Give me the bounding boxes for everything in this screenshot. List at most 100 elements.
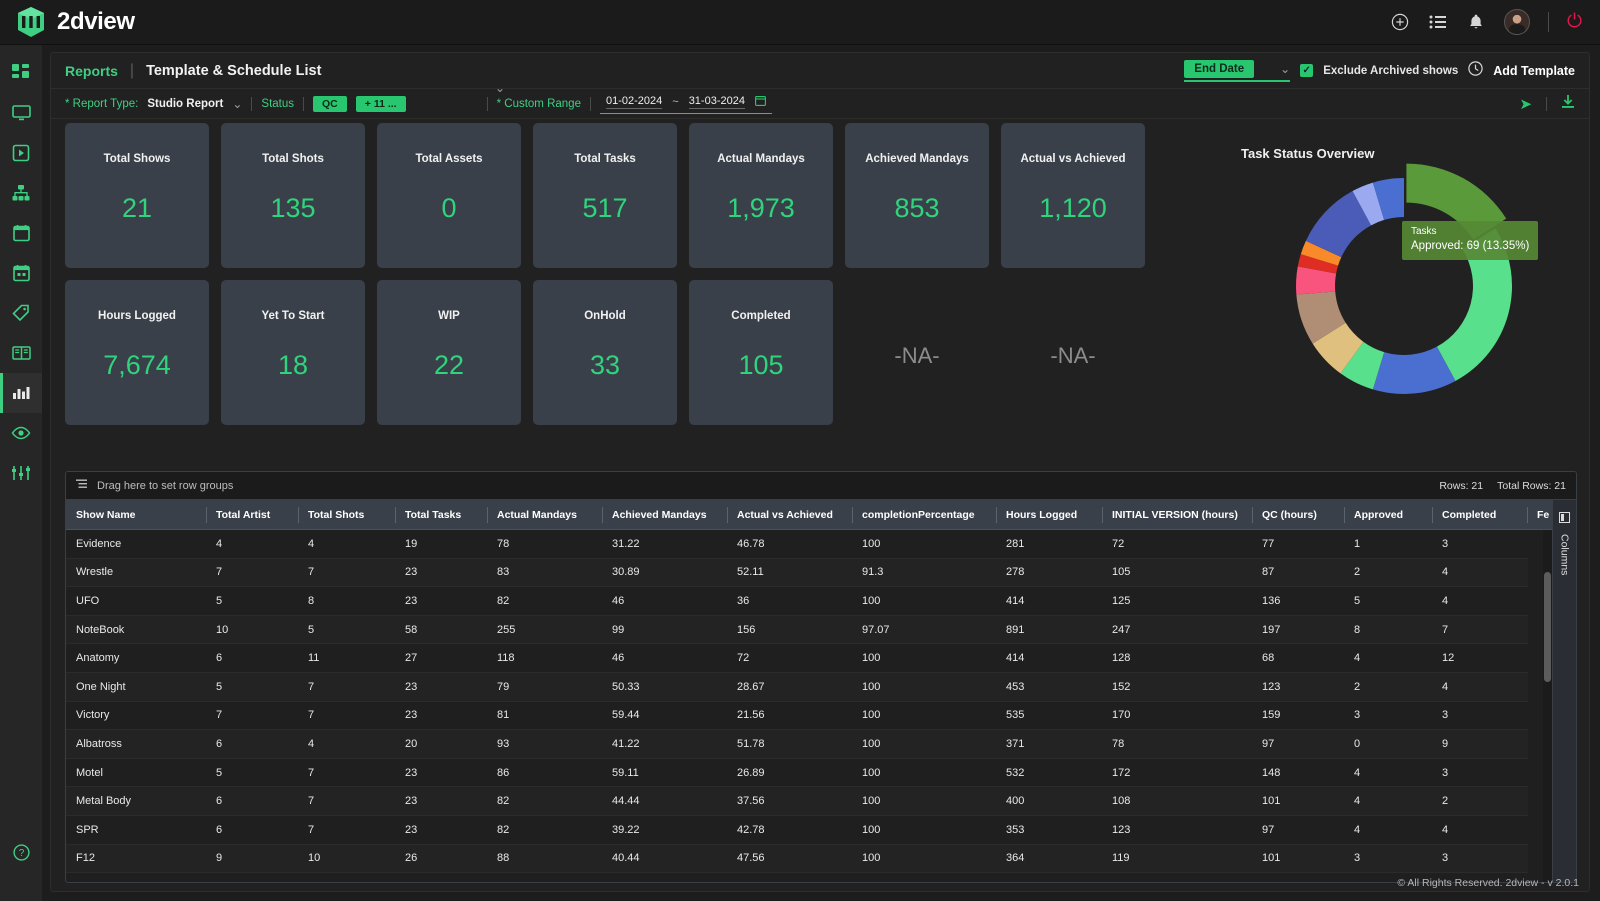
table-cell: 3 [1527, 673, 1528, 701]
calendar-icon[interactable] [755, 93, 766, 111]
column-header[interactable]: Actual vs Achieved [727, 500, 852, 530]
kpi-card[interactable]: OnHold 33 [533, 280, 677, 425]
table-cell: 20 [405, 737, 418, 750]
column-header[interactable]: Achieved Mandays [602, 500, 727, 530]
sidebar-item-dashboard[interactable] [0, 53, 42, 93]
table-row[interactable]: Evidence 4 4 19 78 31.22 46.78 100 281 72 77 1 3 3 [66, 530, 1528, 559]
column-header[interactable]: QC (hours) [1252, 500, 1344, 530]
column-header[interactable]: Show Name [66, 500, 206, 530]
list-icon[interactable] [1428, 12, 1448, 32]
table-row[interactable]: Metal Body 6 7 23 82 44.44 37.56 100 400 108 101 4 2… [66, 787, 1528, 816]
kpi-value: 517 [582, 193, 628, 223]
status-tag-qc[interactable]: QC [313, 95, 347, 112]
column-header[interactable]: Approved [1344, 500, 1432, 530]
exclude-archived-checkbox[interactable]: ✓ [1300, 64, 1314, 77]
kpi-card[interactable]: Yet To Start 18 [221, 280, 365, 425]
table-cell: 100 [862, 594, 881, 607]
status-chevron-down-icon[interactable]: ⌄ [495, 81, 505, 95]
table-row[interactable]: NoteBook 10 5 58 255 99 156 97.07 891 247 197 8 7 3 [66, 615, 1528, 645]
sidebar-item-help[interactable]: ? [0, 844, 42, 861]
breadcrumb-section[interactable]: Reports [65, 63, 118, 79]
scrollbar-thumb[interactable] [1544, 572, 1551, 682]
column-header[interactable]: Hours Logged [996, 500, 1102, 530]
sidebar-item-playback[interactable] [0, 133, 42, 173]
donut-segment[interactable] [1406, 163, 1507, 240]
table-cell: 108 [1112, 795, 1131, 808]
end-date-pill[interactable]: End Date [1184, 59, 1255, 78]
clock-icon[interactable] [1468, 60, 1483, 81]
chevron-down-icon[interactable]: ⌄ [1280, 62, 1290, 76]
download-icon[interactable] [1561, 94, 1575, 114]
date-range-picker[interactable]: 01-02-2024 ~ 31-03-2024 [599, 93, 772, 114]
table-row[interactable]: Victory 7 7 23 81 59.44 21.56 100 535 170 159 3 3 5 [66, 702, 1528, 731]
table-row[interactable]: Motel 5 7 23 86 59.11 26.89 100 532 172 148 4 3 2 [66, 759, 1528, 788]
sidebar-item-hierarchy[interactable] [0, 173, 42, 213]
grid-vertical-scrollbar[interactable] [1543, 530, 1552, 882]
table-row[interactable]: F12 9 10 26 88 40.44 47.56 100 364 119 101 3 3 2 [66, 844, 1528, 874]
report-type-value[interactable]: Studio Report [147, 98, 223, 110]
column-header[interactable]: Total Shots [298, 500, 395, 530]
column-header[interactable]: Completed [1432, 500, 1527, 530]
donut-segment[interactable] [1436, 228, 1512, 381]
send-icon[interactable]: ➤ [1519, 95, 1532, 113]
brand-logo[interactable]: 2dview [0, 6, 250, 38]
table-cell: 23 [405, 823, 418, 836]
table-cell: 78 [1112, 737, 1125, 750]
kpi-card[interactable]: Actual Mandays 1,973 [689, 123, 833, 268]
table-cell: 2 [1527, 845, 1528, 873]
table-row[interactable]: Wrestle 7 7 23 83 30.89 52.11 91.3 278 105 87 2 4 0 [66, 558, 1528, 588]
sidebar-item-library[interactable] [0, 333, 42, 373]
columns-side-panel[interactable]: Columns [1552, 500, 1576, 882]
kpi-card[interactable]: Achieved Mandays 853 [845, 123, 989, 268]
columns-icon [1559, 510, 1570, 528]
kpi-value: 1,973 [727, 193, 795, 223]
table-row[interactable]: One Night 5 7 23 79 50.33 28.67 100 453 152 123 2 4 3 [66, 672, 1528, 702]
status-tag-more[interactable]: + 11 ... [355, 95, 406, 112]
table-row[interactable]: Anatomy 6 11 27 118 46 72 100 414 128 68 4 12 0 [66, 644, 1528, 673]
report-type-chevron-down-icon[interactable]: ⌄ [232, 97, 242, 111]
power-icon[interactable]: ⏻ [1567, 11, 1582, 33]
sidebar-item-reports[interactable] [0, 373, 42, 413]
kpi-value: 18 [277, 350, 309, 380]
add-template-button[interactable]: Add Template [1493, 64, 1575, 78]
kpi-card[interactable]: Actual vs Achieved 1,120 [1001, 123, 1145, 268]
kpi-card-na[interactable]: -NA- [1001, 280, 1145, 425]
column-header[interactable]: Total Artist [206, 500, 298, 530]
table-cell: 8 [1354, 623, 1361, 636]
sidebar-item-tags[interactable] [0, 293, 42, 333]
sidebar-item-analytics[interactable] [0, 453, 42, 493]
table-cell: Victory [76, 709, 110, 722]
kpi-card[interactable]: Hours Logged 7,674 [65, 280, 209, 425]
bell-icon[interactable] [1466, 12, 1486, 32]
kpi-card[interactable]: Completed 105 [689, 280, 833, 425]
sidebar-item-calendar[interactable] [0, 213, 42, 253]
kpi-card[interactable]: Total Assets 0 [377, 123, 521, 268]
kpi-card[interactable]: Total Shows 21 [65, 123, 209, 268]
kpi-card-na[interactable]: -NA- [845, 280, 989, 425]
sidebar-item-review[interactable] [0, 413, 42, 453]
table-cell: 7 [308, 766, 315, 779]
table-row[interactable]: UFO 5 8 23 82 46 36 100 414 125 136 5 4 1 [66, 587, 1528, 616]
table-cell: 0 [1527, 559, 1528, 587]
sidebar-item-monitor[interactable] [0, 93, 42, 133]
column-header[interactable]: completionPercentage [852, 500, 996, 530]
donut-chart[interactable]: Tasks Approved: 69 (13.35%) [1254, 161, 1554, 411]
range-end-date[interactable]: 31-03-2024 [688, 95, 745, 109]
column-header[interactable]: INITIAL VERSION (hours) [1102, 500, 1252, 530]
range-start-date[interactable]: 01-02-2024 [605, 95, 663, 109]
sidebar-item-schedule[interactable] [0, 253, 42, 293]
avatar[interactable] [1503, 9, 1530, 35]
add-circle-icon[interactable] [1390, 12, 1410, 32]
kpi-card[interactable]: Total Shots 135 [221, 123, 365, 268]
table-row[interactable]: Albatross 6 4 20 93 41.22 51.78 100 371 78 97 0 9 0 [66, 730, 1528, 759]
column-header[interactable]: Actual Mandays [487, 500, 602, 530]
row-group-hint[interactable]: Drag here to set row groups [97, 480, 233, 492]
table-row[interactable]: SPR 6 7 23 82 39.22 42.78 100 353 123 97 4 4 2 [66, 816, 1528, 845]
column-header[interactable]: Total Tasks [395, 500, 487, 530]
end-date-selector[interactable]: End Date ⌄ [1184, 59, 1291, 82]
kpi-card[interactable]: Total Tasks 517 [533, 123, 677, 268]
table-cell: 152 [1112, 680, 1131, 693]
kpi-label: Completed [731, 310, 791, 322]
table-cell: 6 [216, 823, 223, 836]
kpi-card[interactable]: WIP 22 [377, 280, 521, 425]
